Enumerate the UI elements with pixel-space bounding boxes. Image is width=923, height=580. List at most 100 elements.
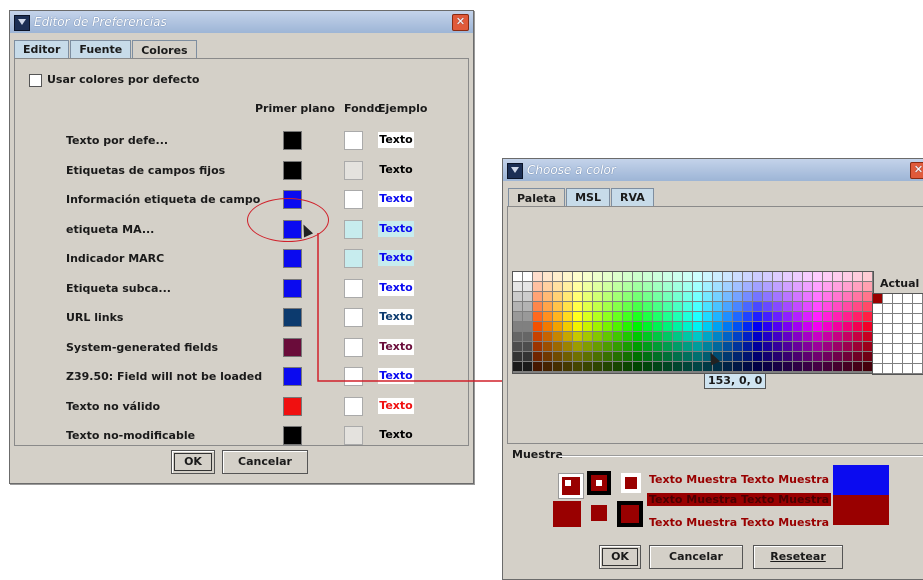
palette-swatch[interactable] [673,272,683,282]
recent-swatch[interactable] [903,344,913,354]
palette-swatch[interactable] [603,312,613,322]
palette-swatch[interactable] [583,362,593,372]
palette-swatch[interactable] [773,302,783,312]
palette-swatch[interactable] [793,342,803,352]
palette-swatch[interactable] [743,352,753,362]
palette-swatch[interactable] [543,302,553,312]
recent-swatch[interactable] [883,324,893,334]
palette-swatch[interactable] [683,292,693,302]
palette-swatch[interactable] [783,352,793,362]
palette-swatch[interactable] [533,342,543,352]
palette-swatch[interactable] [563,362,573,372]
palette-swatch[interactable] [743,292,753,302]
palette-swatch[interactable] [583,322,593,332]
palette-swatch[interactable] [573,302,583,312]
palette-swatch[interactable] [673,322,683,332]
palette-swatch[interactable] [543,352,553,362]
recent-swatch[interactable] [913,324,923,334]
palette-swatch[interactable] [743,362,753,372]
palette-swatch[interactable] [773,312,783,322]
palette-swatch[interactable] [663,282,673,292]
palette-swatch[interactable] [753,272,763,282]
recent-swatch[interactable] [883,314,893,324]
palette-swatch[interactable] [793,332,803,342]
palette-swatch[interactable] [683,322,693,332]
palette-swatch[interactable] [523,322,533,332]
palette-swatch[interactable] [593,272,603,282]
palette-swatch[interactable] [513,282,523,292]
palette-swatch[interactable] [583,292,593,302]
palette-swatch[interactable] [523,352,533,362]
palette-swatch[interactable] [653,352,663,362]
palette-swatch[interactable] [763,322,773,332]
palette-swatch[interactable] [833,292,843,302]
palette-swatch[interactable] [693,282,703,292]
palette-swatch[interactable] [593,322,603,332]
recent-swatch[interactable] [893,364,903,374]
palette-swatch[interactable] [533,322,543,332]
palette-swatch[interactable] [573,322,583,332]
palette-swatch[interactable] [843,362,853,372]
palette-swatch[interactable] [823,332,833,342]
palette-swatch[interactable] [803,302,813,312]
recent-swatch[interactable] [903,304,913,314]
palette-swatch[interactable] [553,312,563,322]
recent-swatch[interactable] [893,354,903,364]
palette-swatch[interactable] [643,332,653,342]
palette-swatch[interactable] [553,282,563,292]
palette-swatch[interactable] [513,332,523,342]
palette-swatch[interactable] [623,322,633,332]
palette-swatch[interactable] [683,282,693,292]
palette-swatch[interactable] [803,322,813,332]
recent-swatch[interactable] [903,364,913,374]
palette-swatch[interactable] [613,272,623,282]
palette-swatch[interactable] [753,362,763,372]
palette-swatch[interactable] [563,332,573,342]
palette-swatch[interactable] [543,282,553,292]
palette-swatch[interactable] [623,302,633,312]
palette-swatch[interactable] [653,362,663,372]
palette-swatch[interactable] [633,342,643,352]
palette-swatch[interactable] [613,312,623,322]
palette-swatch[interactable] [853,292,863,302]
palette-swatch[interactable] [853,332,863,342]
palette-swatch[interactable] [763,352,773,362]
palette-swatch[interactable] [803,342,813,352]
palette-swatch[interactable] [623,352,633,362]
palette-swatch[interactable] [533,282,543,292]
palette-swatch[interactable] [573,312,583,322]
palette-swatch[interactable] [753,342,763,352]
palette-swatch[interactable] [543,322,553,332]
palette-swatch[interactable] [593,312,603,322]
recent-swatch[interactable] [883,294,893,304]
palette-swatch[interactable] [613,362,623,372]
palette-swatch[interactable] [823,342,833,352]
palette-swatch[interactable] [663,272,673,282]
palette-swatch[interactable] [803,272,813,282]
palette-swatch[interactable] [613,332,623,342]
palette-swatch[interactable] [703,282,713,292]
palette-swatch[interactable] [643,362,653,372]
palette-swatch[interactable] [643,292,653,302]
palette-swatch[interactable] [573,292,583,302]
palette-swatch[interactable] [513,352,523,362]
palette-swatch[interactable] [643,312,653,322]
palette-swatch[interactable] [603,342,613,352]
palette-swatch[interactable] [833,272,843,282]
palette-swatch[interactable] [773,272,783,282]
palette-swatch[interactable] [673,352,683,362]
palette-swatch[interactable] [523,302,533,312]
palette-swatch[interactable] [783,312,793,322]
palette-swatch[interactable] [803,352,813,362]
palette-swatch[interactable] [633,322,643,332]
recent-swatch[interactable] [903,294,913,304]
palette-swatch[interactable] [823,322,833,332]
palette-swatch[interactable] [703,332,713,342]
palette-swatch[interactable] [833,322,843,332]
recent-swatch[interactable] [893,304,903,314]
palette-swatch[interactable] [583,302,593,312]
recent-swatch[interactable] [883,364,893,374]
recent-swatch[interactable] [873,334,883,344]
palette-swatch[interactable] [643,342,653,352]
palette-swatch[interactable] [603,292,613,302]
